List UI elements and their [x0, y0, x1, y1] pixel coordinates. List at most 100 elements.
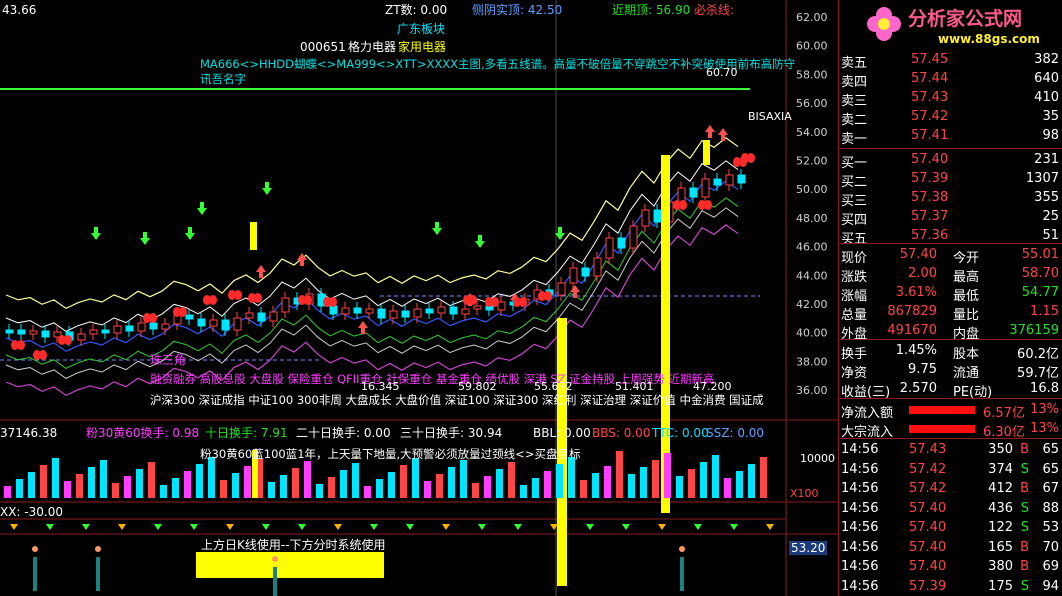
stat-row: 外盘 491670 内盘 376159: [839, 321, 1062, 342]
price-axis-label: 58.00: [796, 68, 828, 81]
volume-bar: [700, 462, 707, 498]
signal-marker-icon: [262, 524, 270, 530]
butterfly-icon: [544, 291, 552, 301]
candle-body: [125, 325, 134, 332]
value-e: 47.200: [693, 380, 732, 393]
price-axis-label: 44.00: [796, 269, 828, 282]
quote-separator: [839, 398, 1062, 399]
bid-row: 买四 57.37 25: [839, 207, 1062, 228]
bid-volume: 51: [1042, 228, 1059, 243]
stat-value: 9.75: [908, 362, 937, 377]
candle-body: [365, 308, 374, 314]
butterfly-icon: [149, 313, 157, 323]
volume-bar: [148, 462, 155, 498]
figure-icon: [96, 557, 100, 591]
concepts-line-2: 沪深300 深证成指 中证100 300非周 大盘成长 大盘价值 深证100 深…: [150, 393, 764, 407]
candle-body: [653, 209, 662, 223]
trade-count: 88: [1042, 500, 1059, 516]
stat-value: 1.15: [1030, 304, 1059, 319]
candle-body: [569, 267, 578, 284]
signal-marker-icon: [334, 524, 342, 530]
indicator-line: [5, 137, 739, 310]
trade-time: 14:56: [841, 539, 879, 555]
stat-row: 换手 1.45% 股本 60.2亿: [839, 341, 1062, 362]
volume-bar: [532, 478, 539, 498]
butterfly-icon: [179, 307, 187, 317]
volume-bar: [364, 486, 371, 498]
bid-price: 57.37: [911, 209, 949, 224]
volume-bar: [748, 464, 755, 498]
volume-bar: [340, 470, 347, 498]
recent-top-label: 近期顶: 56.90: [612, 3, 691, 17]
flow-bar: [909, 406, 975, 414]
trade-price: 57.42: [909, 481, 947, 496]
volume-bar: [100, 460, 107, 498]
panel2-value: 37146.38: [0, 426, 58, 440]
signal-marker-icon: [190, 524, 198, 530]
stock-code: 000651: [300, 40, 346, 54]
candle-body: [437, 306, 446, 314]
volume-bar: [712, 455, 719, 498]
trade-time: 14:56: [841, 442, 879, 457]
volume-bar: [16, 479, 23, 498]
signal-marker-icon: [658, 524, 666, 530]
candle-body: [641, 209, 650, 227]
down-arrow-icon: [262, 182, 272, 195]
ask-price: 57.43: [911, 90, 949, 105]
trade-time: 14:56: [841, 559, 879, 574]
butterfly-icon: [679, 200, 687, 210]
price-axis-label: 62.00: [796, 11, 828, 24]
volume-bar: [280, 475, 287, 498]
signal-marker-icon: [10, 524, 18, 530]
up-arrow-icon: [358, 321, 368, 334]
volume-bar: [388, 472, 395, 498]
flower-logo-icon: [867, 7, 901, 41]
volume-bar: [460, 460, 467, 498]
volume-bar: [520, 485, 527, 498]
trade-count: 53: [1042, 520, 1059, 535]
candle-body: [269, 311, 278, 322]
flow-percent: 13%: [1030, 402, 1059, 417]
candle-body: [77, 333, 86, 341]
candle-body: [41, 330, 50, 338]
candle-body: [473, 305, 482, 310]
trade-time: 14:56: [841, 461, 879, 477]
stat-value: 2.570: [899, 381, 937, 396]
ask-volume: 35: [1042, 109, 1059, 124]
kline-chart[interactable]: 62.00 60.00 58.00 56.00 54.00 52.00 50.00 48.00…: [0, 0, 838, 596]
volume-bar: [160, 485, 167, 498]
volume-bar: [304, 461, 311, 498]
volume-bar: [268, 482, 275, 498]
candle-body: [449, 306, 458, 315]
volume-bar: [172, 478, 179, 498]
trade-count: 69: [1042, 559, 1059, 574]
bisaxia-label: BISAXIA: [748, 110, 792, 123]
candle-body: [161, 323, 170, 330]
volume-bar: [472, 483, 479, 498]
bid-volume: 231: [1034, 152, 1059, 167]
bid-volume: 355: [1034, 190, 1059, 205]
price-tag: 60.70: [706, 66, 738, 79]
ttc-label: TTC: 0.00: [652, 426, 709, 440]
signal-marker-icon: [586, 524, 594, 530]
volume-bar: [688, 469, 695, 498]
zt-count-label: ZT数: 0.00: [385, 3, 448, 17]
candle-body: [221, 319, 230, 331]
stat-row: 净资 9.75 流通 59.7亿: [839, 360, 1062, 381]
turnover-30-60: 粉30黄60换手: 0.98: [86, 426, 200, 440]
signal-marker-icon: [550, 524, 558, 530]
panel4-note: 上方日K线使用--下方分时系统使用: [201, 538, 386, 552]
stat-value: 57.40: [899, 247, 937, 262]
ask-row: 卖五 57.45 382: [839, 50, 1062, 71]
volume-bar: [112, 483, 119, 498]
trade-count: 70: [1042, 539, 1059, 555]
trade-side: B: [1020, 539, 1029, 555]
down-arrow-icon: [197, 202, 207, 215]
volume-bar: [544, 471, 551, 498]
trade-side: B: [1020, 481, 1029, 496]
bid-price: 57.36: [911, 228, 949, 243]
candle-body: [5, 329, 14, 334]
ask-volume: 410: [1034, 90, 1059, 105]
candle-body: [113, 325, 122, 334]
turnover-10d: 十日换手: 7.91: [205, 426, 288, 440]
